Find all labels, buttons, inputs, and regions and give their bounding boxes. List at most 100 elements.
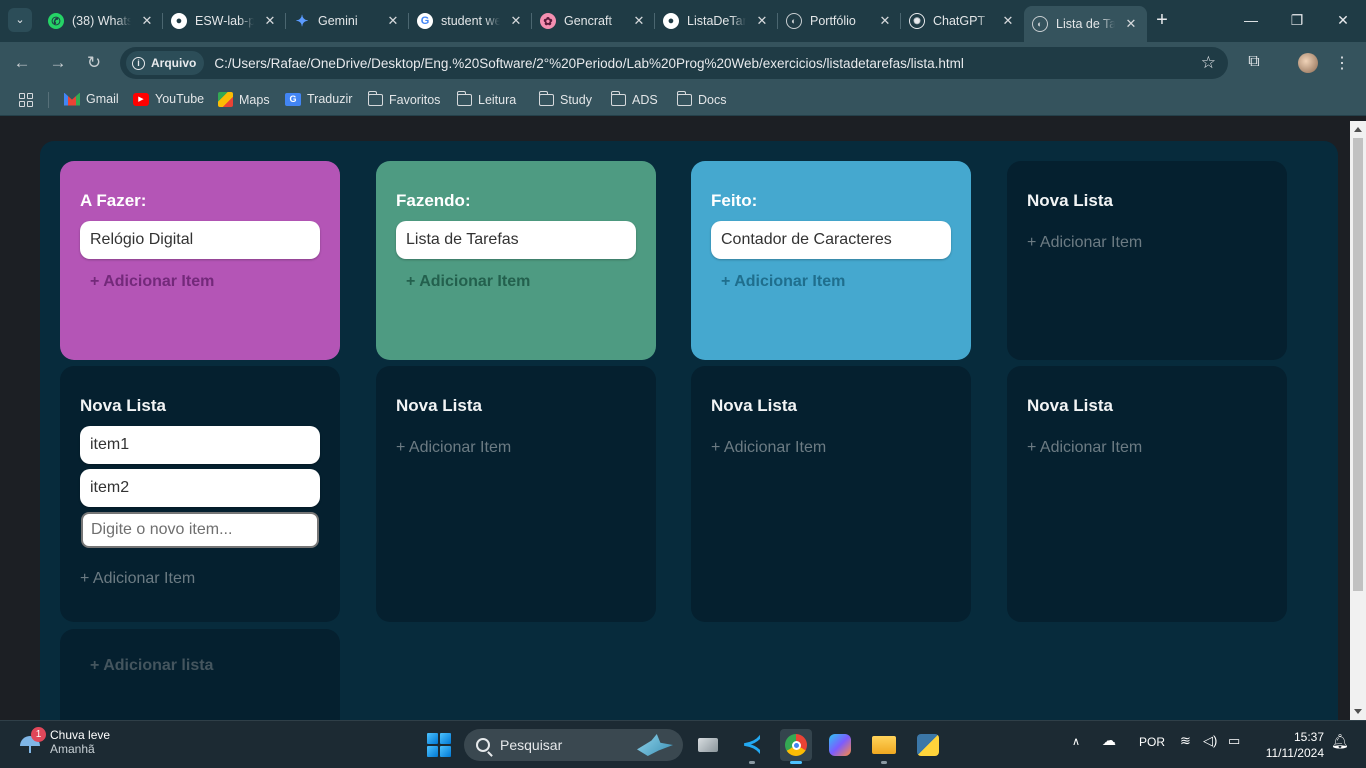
tab-esw-lab[interactable]: ● ESW-lab-prog ✕ <box>163 6 286 36</box>
close-tab-icon[interactable]: ✕ <box>385 13 401 29</box>
forward-button[interactable]: → <box>47 52 69 74</box>
tray-chevron-icon[interactable]: ∧ <box>1072 735 1080 748</box>
list-title: Feito: <box>711 191 758 210</box>
bookmark-maps[interactable]: Maps <box>218 92 270 107</box>
close-tab-icon[interactable]: ✕ <box>262 13 278 29</box>
bookmark-gmail[interactable]: Gmail <box>64 92 119 106</box>
taskbar-chrome[interactable] <box>780 729 812 764</box>
bookmark-label: Leitura <box>478 93 517 107</box>
list-item[interactable]: item2 <box>80 469 320 507</box>
crane-icon <box>637 734 673 756</box>
tab-listadetarefas[interactable]: ● ListaDeTarefas ✕ <box>655 6 778 36</box>
list-title: Nova Lista <box>1027 191 1113 210</box>
start-button[interactable] <box>427 733 451 757</box>
url-text[interactable]: C:/Users/Rafae/OneDrive/Desktop/Eng.%20S… <box>214 56 964 71</box>
tab-gemini[interactable]: ✦ Gemini ✕ <box>286 6 409 36</box>
task-view-icon <box>698 738 718 752</box>
folder-icon <box>456 91 472 106</box>
list-item[interactable]: item1 <box>80 426 320 464</box>
list-title: Nova Lista <box>1027 396 1113 415</box>
new-item-input[interactable] <box>81 512 319 548</box>
taskbar-file-explorer[interactable] <box>868 729 900 764</box>
bookmark-label: Maps <box>239 92 270 107</box>
tab-search-button[interactable]: ⌄ <box>8 8 32 32</box>
task-view-button[interactable] <box>692 729 724 761</box>
new-tab-button[interactable]: + <box>1151 10 1173 32</box>
menu-icon[interactable]: ⋮ <box>1332 53 1352 73</box>
bookmark-ads[interactable]: ADS <box>610 91 658 107</box>
minimize-button[interactable]: — <box>1241 10 1261 30</box>
list-item[interactable]: Lista de Tarefas <box>396 221 636 259</box>
translate-icon: G <box>285 92 301 106</box>
tab-chatgpt[interactable]: ✺ ChatGPT ✕ <box>901 6 1024 36</box>
restore-button[interactable]: ❐ <box>1287 10 1307 30</box>
add-item-button[interactable]: + Adicionar Item <box>90 273 320 291</box>
github-icon: ● <box>663 13 679 29</box>
site-info-chip[interactable]: i Arquivo <box>126 51 205 75</box>
list-card-fazendo: Fazendo: Lista de Tarefas + Adicionar It… <box>376 161 656 360</box>
list-item[interactable]: Contador de Caracteres <box>711 221 951 259</box>
tab-gencraft[interactable]: ✿ Gencraft ✕ <box>532 6 655 36</box>
taskbar-copilot[interactable] <box>824 729 856 761</box>
add-item-button[interactable]: + Adicionar Item <box>406 273 636 291</box>
onedrive-icon[interactable]: ☁ <box>1102 732 1116 749</box>
close-tab-icon[interactable]: ✕ <box>508 13 524 29</box>
tab-lista-de-tarefas[interactable]: ◐ Lista de Tarefas ✕ <box>1024 6 1147 42</box>
wifi-icon[interactable]: ≋ <box>1180 733 1191 749</box>
bookmark-study[interactable]: Study <box>538 91 592 107</box>
taskbar-search[interactable]: Pesquisar <box>464 729 683 761</box>
reload-button[interactable]: ↻ <box>83 52 105 74</box>
taskbar-vscode[interactable]: ≺ <box>736 729 768 764</box>
page-viewport: A Fazer: Relógio Digital + Adicionar Ite… <box>0 121 1350 720</box>
page-scrollbar[interactable] <box>1350 121 1366 720</box>
add-item-button[interactable]: + Adicionar Item <box>1027 439 1267 457</box>
battery-icon[interactable]: ▭ <box>1228 733 1240 749</box>
system-clock[interactable]: 15:37 11/11/2024 <box>1262 729 1324 761</box>
browser-toolbar: ← → ↻ i Arquivo C:/Users/Rafae/OneDrive/… <box>0 42 1366 84</box>
close-tab-icon[interactable]: ✕ <box>631 13 647 29</box>
bookmark-docs[interactable]: Docs <box>676 91 727 107</box>
globe-icon: ◐ <box>1032 16 1048 32</box>
whatsapp-icon: ✆ <box>48 13 64 29</box>
bookmark-label: Study <box>560 93 592 107</box>
add-item-button[interactable]: + Adicionar Item <box>1027 234 1267 252</box>
add-list-button[interactable]: + Adicionar lista <box>90 657 320 675</box>
close-tab-icon[interactable]: ✕ <box>754 13 770 29</box>
extensions-icon[interactable]: ⧉ <box>1244 53 1264 71</box>
tab-whatsapp[interactable]: ✆ (38) WhatsApp ✕ <box>40 6 163 36</box>
tab-portfolio[interactable]: ◐ Portfólio ✕ <box>778 6 901 36</box>
profile-avatar[interactable] <box>1298 53 1318 73</box>
language-indicator[interactable]: POR <box>1139 735 1165 749</box>
list-item[interactable]: Relógio Digital <box>80 221 320 259</box>
taskbar-python[interactable] <box>912 729 944 761</box>
list-title: Fazendo: <box>396 191 471 210</box>
bookmark-label: YouTube <box>155 92 205 106</box>
bookmark-traduzir[interactable]: G Traduzir <box>285 92 352 106</box>
volume-icon[interactable]: ◁) <box>1203 733 1217 749</box>
tab-strip: ⌄ ✆ (38) WhatsApp ✕ ● ESW-lab-prog ✕ ✦ G… <box>0 0 1366 42</box>
youtube-icon: ▶ <box>133 92 149 106</box>
bookmark-label: Docs <box>698 93 727 107</box>
close-tab-icon[interactable]: ✕ <box>139 13 155 29</box>
tab-student-web[interactable]: G student web ✕ <box>409 6 532 36</box>
notification-bell-icon[interactable]: 🔔︎ <box>1331 733 1349 750</box>
add-item-button[interactable]: + Adicionar Item <box>721 273 951 291</box>
add-item-button[interactable]: + Adicionar Item <box>711 439 951 457</box>
close-tab-icon[interactable]: ✕ <box>877 13 893 29</box>
bookmark-label: Gmail <box>86 92 119 106</box>
bookmark-favoritos[interactable]: Favoritos <box>367 91 440 107</box>
back-button[interactable]: ← <box>11 52 33 74</box>
close-window-button[interactable]: ✕ <box>1333 10 1353 30</box>
close-tab-icon[interactable]: ✕ <box>1000 13 1016 29</box>
add-list-card[interactable]: + Adicionar lista <box>60 629 340 720</box>
address-bar[interactable]: i Arquivo C:/Users/Rafae/OneDrive/Deskto… <box>120 47 1228 79</box>
gencraft-icon: ✿ <box>540 13 556 29</box>
close-tab-icon[interactable]: ✕ <box>1123 16 1139 32</box>
apps-grid-icon[interactable] <box>19 93 33 107</box>
add-item-button[interactable]: + Adicionar Item <box>396 439 636 457</box>
add-item-button[interactable]: + Adicionar Item <box>80 570 320 588</box>
info-icon: i <box>132 56 145 70</box>
bookmark-youtube[interactable]: ▶ YouTube <box>133 92 204 106</box>
bookmark-leitura[interactable]: Leitura <box>456 91 517 107</box>
bookmark-star-icon[interactable]: ☆ <box>1201 53 1216 73</box>
